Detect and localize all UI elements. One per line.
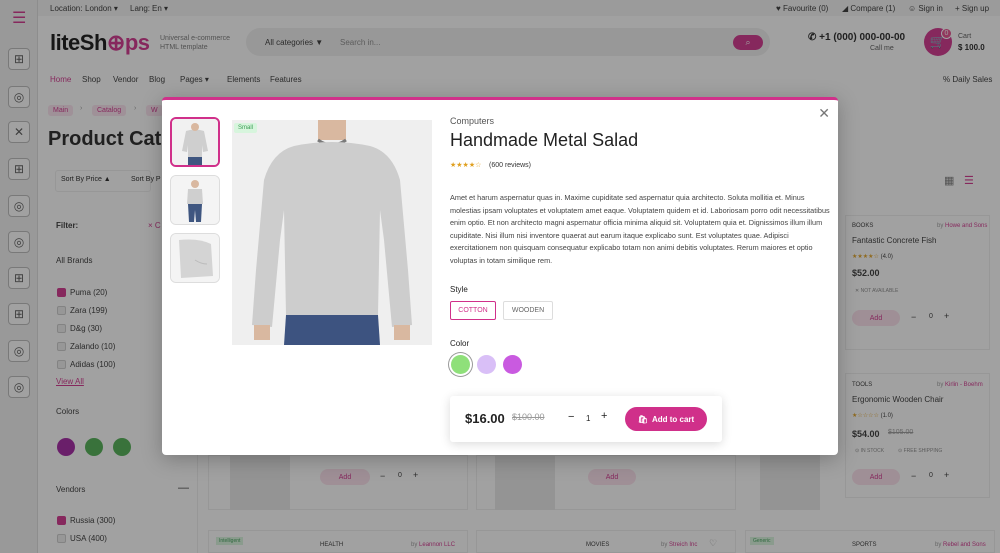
color-option[interactable]: [477, 355, 496, 374]
sleeve-detail-icon: [171, 234, 219, 282]
size-badge: Small: [234, 123, 258, 133]
old-price: $100.00: [512, 412, 545, 422]
buy-box: $16.00 $100.00 − 1 + 🛍 Add to cart: [450, 396, 722, 442]
qty-plus[interactable]: +: [601, 410, 607, 422]
color-option[interactable]: [503, 355, 522, 374]
model-icon: [171, 176, 219, 224]
bag-icon: 🛍: [637, 414, 648, 424]
sweater-icon: [172, 119, 218, 165]
qty-minus[interactable]: −: [568, 411, 574, 423]
rating-stars: ★★★★☆: [450, 162, 482, 169]
qty-value[interactable]: 1: [586, 414, 590, 423]
add-to-cart-button[interactable]: 🛍 Add to cart: [625, 407, 707, 431]
product-main-image[interactable]: [232, 120, 432, 345]
reviews-count[interactable]: (600 reviews): [489, 162, 531, 169]
product-category[interactable]: Computers: [450, 116, 494, 126]
style-option-wooden[interactable]: WOODEN: [503, 301, 553, 320]
quick-view-modal: ✕ Small Computers Handmade Metal Salad ★…: [162, 97, 838, 455]
product-title: Handmade Metal Salad: [450, 130, 639, 150]
style-label: Style: [450, 285, 468, 294]
close-icon[interactable]: ✕: [818, 105, 830, 122]
price: $16.00: [465, 411, 505, 426]
thumbnail[interactable]: [170, 117, 220, 167]
color-label: Color: [450, 339, 470, 348]
style-option-cotton[interactable]: COTTON: [450, 301, 496, 320]
thumbnail[interactable]: [170, 233, 220, 283]
thumbnail[interactable]: [170, 175, 220, 225]
product-description: Amet et harum aspernatur quas in. Maxime…: [450, 193, 830, 265]
color-option[interactable]: [451, 355, 470, 374]
sweater-icon: [232, 120, 432, 345]
